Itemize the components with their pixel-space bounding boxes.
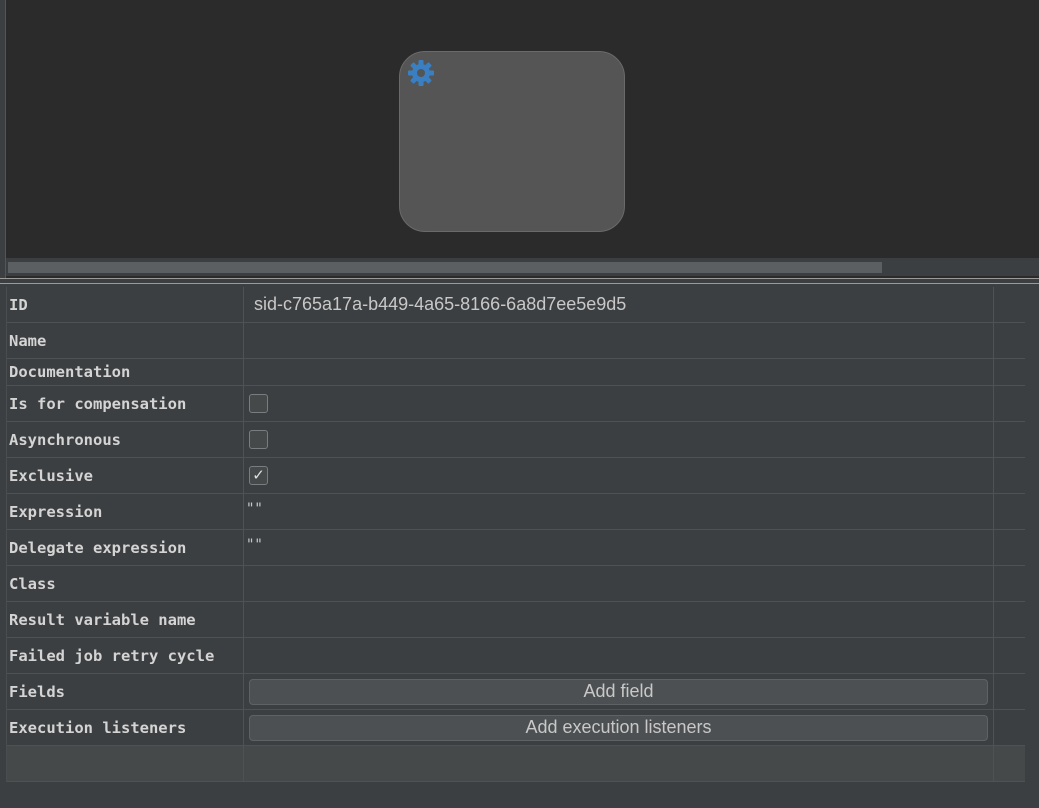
property-label: Expression	[7, 494, 244, 529]
class-value-field[interactable]	[244, 566, 994, 601]
property-label: Documentation	[7, 359, 244, 385]
id-value-field[interactable]: sid-c765a17a-b449-4a65-8166-6a8d7ee5e9d5	[244, 287, 994, 322]
property-label: Class	[7, 566, 244, 601]
horizontal-scrollbar[interactable]	[6, 258, 1039, 276]
delegate-expression-value: ""	[246, 536, 263, 553]
canvas-left-border	[0, 0, 6, 279]
diagram-canvas[interactable]	[0, 0, 1039, 279]
property-label: ID	[7, 287, 244, 322]
property-row-result-variable: Result variable name	[7, 602, 1025, 638]
property-label: Failed job retry cycle	[7, 638, 244, 673]
property-label: Asynchronous	[7, 422, 244, 457]
property-row-delegate-expression: Delegate expression ""	[7, 530, 1025, 566]
property-label: Fields	[7, 674, 244, 709]
property-row-execution-listeners: Execution listeners Add execution listen…	[7, 710, 1025, 746]
failed-job-retry-value-field[interactable]	[244, 638, 994, 673]
property-label: Is for compensation	[7, 386, 244, 421]
exclusive-checkbox[interactable]: ✓	[249, 466, 268, 485]
property-row-documentation: Documentation	[7, 359, 1025, 386]
expression-value-field[interactable]: ""	[244, 494, 994, 529]
scrollbar-thumb[interactable]	[8, 262, 882, 273]
property-label: Exclusive	[7, 458, 244, 493]
delegate-expression-value-field[interactable]: ""	[244, 530, 994, 565]
panel-splitter[interactable]	[0, 278, 1039, 284]
property-row-empty	[7, 746, 1025, 782]
property-row-name: Name	[7, 323, 1025, 359]
property-row-id: ID sid-c765a17a-b449-4a65-8166-6a8d7ee5e…	[7, 287, 1025, 323]
add-execution-listeners-button[interactable]: Add execution listeners	[249, 714, 988, 741]
documentation-value-field[interactable]	[244, 359, 994, 385]
property-row-exclusive: Exclusive ✓	[7, 458, 1025, 494]
properties-table: ID sid-c765a17a-b449-4a65-8166-6a8d7ee5e…	[6, 287, 1025, 782]
name-value-field[interactable]	[244, 323, 994, 358]
property-row-expression: Expression ""	[7, 494, 1025, 530]
add-field-button[interactable]: Add field	[249, 678, 988, 705]
property-label: Delegate expression	[7, 530, 244, 565]
gear-icon	[408, 60, 434, 86]
id-value: sid-c765a17a-b449-4a65-8166-6a8d7ee5e9d5	[254, 294, 627, 314]
property-label: Result variable name	[7, 602, 244, 637]
property-row-compensation: Is for compensation	[7, 386, 1025, 422]
expression-value: ""	[246, 500, 263, 517]
service-task-node[interactable]	[399, 51, 625, 232]
property-row-asynchronous: Asynchronous	[7, 422, 1025, 458]
property-row-class: Class	[7, 566, 1025, 602]
property-label: Name	[7, 323, 244, 358]
compensation-checkbox[interactable]	[249, 394, 268, 413]
property-row-failed-job-retry: Failed job retry cycle	[7, 638, 1025, 674]
result-variable-value-field[interactable]	[244, 602, 994, 637]
bpmn-editor: ID sid-c765a17a-b449-4a65-8166-6a8d7ee5e…	[0, 0, 1039, 808]
property-row-fields: Fields Add field	[7, 674, 1025, 710]
property-label: Execution listeners	[7, 710, 244, 745]
asynchronous-checkbox[interactable]	[249, 430, 268, 449]
checkmark-icon: ✓	[252, 466, 265, 484]
